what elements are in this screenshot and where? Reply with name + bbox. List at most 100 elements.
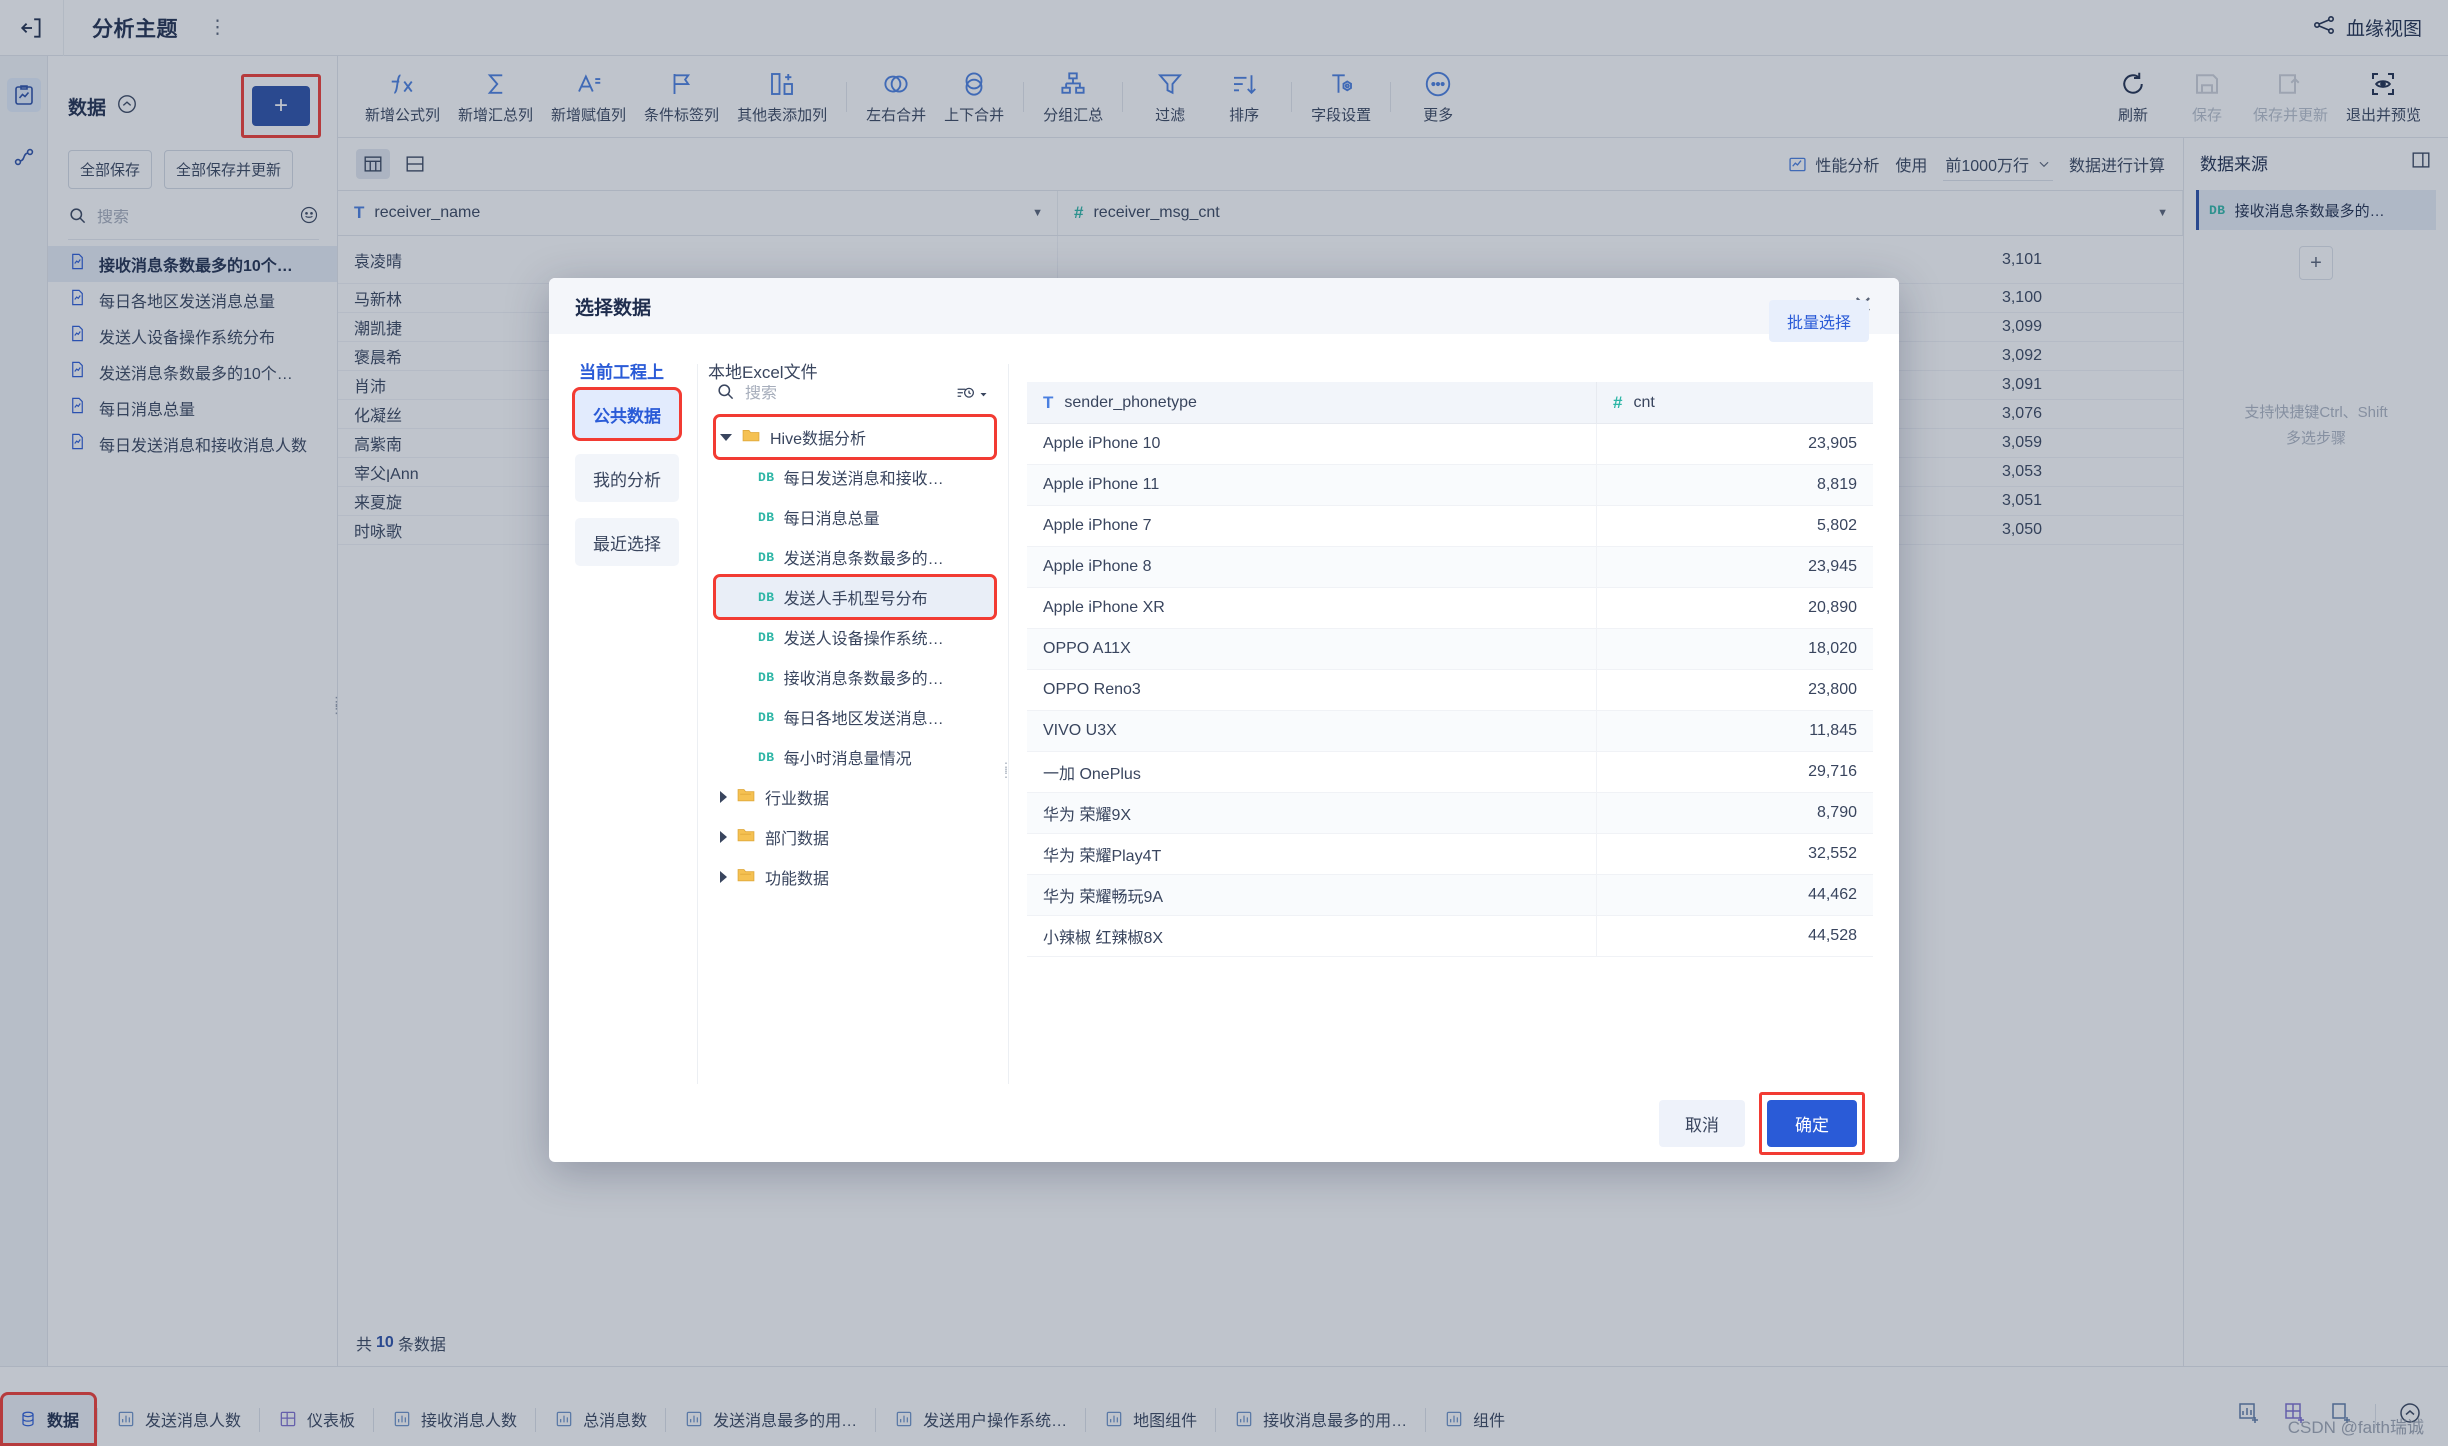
side-item-recent-select[interactable]: 最近选择 <box>575 518 679 566</box>
dialog-search-input[interactable] <box>745 385 895 403</box>
bottom-tab-top-receivers[interactable]: 接收消息最多的用… <box>1216 1392 1425 1446</box>
smile-icon[interactable] <box>299 205 319 230</box>
list-item[interactable]: 每日各地区发送消息总量 <box>48 282 337 318</box>
db-tag: DB <box>758 629 775 645</box>
table-view-icon[interactable] <box>356 149 390 179</box>
history-filter-icon[interactable] <box>955 384 988 405</box>
add-data-button[interactable]: + <box>252 86 310 126</box>
side-item-my-analysis[interactable]: 我的分析 <box>575 454 679 502</box>
bottom-tab-send-msg-users[interactable]: 发送消息人数 <box>98 1392 259 1446</box>
card-view-icon[interactable] <box>398 149 432 179</box>
lineage-icon[interactable] <box>2312 13 2336 42</box>
bottom-tab-label: 组件 <box>1473 1413 1506 1430</box>
chevron-right-icon[interactable] <box>720 871 727 883</box>
confirm-button[interactable]: 确定 <box>1767 1099 1857 1147</box>
tree-item-dataset[interactable]: DB 发送人设备操作系统… <box>716 617 994 657</box>
analysis-board-icon[interactable] <box>6 78 41 112</box>
more-dots-icon[interactable]: ⋮ <box>208 18 227 37</box>
list-item[interactable]: 发送人设备操作系统分布 <box>48 318 337 354</box>
cell-phone: 一加 OnePlus <box>1027 752 1597 792</box>
bottom-tab-sender-os[interactable]: 发送用户操作系统… <box>876 1392 1085 1446</box>
toolbar-new-assign-column[interactable]: 新增赋值列 <box>542 69 635 125</box>
grid-column-receiver-msg-cnt[interactable]: # receiver_msg_cnt ▼ <box>1058 191 2183 235</box>
chevron-down-icon[interactable]: ▼ <box>1032 207 1043 219</box>
preview-column-sender-phonetype[interactable]: T sender_phonetype <box>1027 382 1597 423</box>
bottom-tab-total-msgs[interactable]: 总消息数 <box>536 1392 665 1446</box>
tree-item-dataset[interactable]: DB 每日发送消息和接收… <box>716 457 994 497</box>
side-item-public-data[interactable]: 公共数据 <box>572 387 682 441</box>
data-source-item-label: 接收消息条数最多的… <box>2234 202 2385 220</box>
toolbar-refresh[interactable]: 刷新 <box>2096 69 2170 125</box>
panel-resize-handle[interactable]: ⋮ ⋮ <box>330 695 343 715</box>
save-all-button[interactable]: 全部保存 <box>68 150 153 189</box>
collapse-chevron-icon[interactable] <box>116 93 138 120</box>
table-row[interactable]: 袁凌晴 3,101 <box>338 236 2183 284</box>
panel-collapse-icon[interactable] <box>2410 149 2432 176</box>
chart-file-icon <box>68 432 87 456</box>
add-chart-icon[interactable] <box>2237 1401 2261 1430</box>
bottom-tab-data[interactable]: 数据 <box>0 1392 98 1446</box>
toolbar-more[interactable]: 更多 <box>1401 69 1475 125</box>
toolbar-group-summary[interactable]: 分组汇总 <box>1034 69 1112 125</box>
bottom-tab-map-component[interactable]: 地图组件 <box>1086 1392 1215 1446</box>
toolbar-field-settings[interactable]: 字段设置 <box>1302 69 1380 125</box>
bottom-tab-receive-msg-users[interactable]: 接收消息人数 <box>374 1392 535 1446</box>
chevron-right-icon[interactable] <box>720 831 727 843</box>
cancel-button[interactable]: 取消 <box>1659 1099 1745 1147</box>
toolbar-condition-label-column[interactable]: 条件标签列 <box>635 69 728 125</box>
tree-folder-hive[interactable]: Hive数据分析 <box>713 414 997 460</box>
list-item[interactable]: 每日发送消息和接收消息人数 <box>48 426 337 462</box>
add-data-source-button[interactable]: + <box>2299 246 2333 280</box>
shortcut-hint: 支持快捷键Ctrl、Shift 多选步骤 <box>2184 400 2448 452</box>
grid-footer: 共 10 条数据 <box>338 1320 2183 1366</box>
batch-select-button[interactable]: 批量选择 <box>1768 300 1869 342</box>
exit-left-icon[interactable] <box>0 0 64 56</box>
list-item[interactable]: 发送消息条数最多的10个… <box>48 354 337 390</box>
grid-column-receiver-name[interactable]: T receiver_name ▼ <box>338 191 1058 235</box>
tree-item-dataset[interactable]: DB 发送消息条数最多的… <box>716 537 994 577</box>
tree-item-dataset[interactable]: DB 每小时消息量情况 <box>716 737 994 777</box>
toolbar-add-column-from-table[interactable]: 其他表添加列 <box>728 69 836 125</box>
dialog-side-nav: 公共数据 我的分析 最近选择 <box>549 364 697 1084</box>
tree-item-dataset[interactable]: DB 每日各地区发送消息… <box>716 697 994 737</box>
db-tag: DB <box>758 509 775 525</box>
toolbar-sort[interactable]: 排序 <box>1207 69 1281 125</box>
tree-item-dataset[interactable]: DB 接收消息条数最多的… <box>716 657 994 697</box>
tree-folder-industry[interactable]: 行业数据 <box>716 777 994 817</box>
cell-cnt: 8,790 <box>1816 804 1857 821</box>
left-panel-search-input[interactable] <box>97 208 262 227</box>
chevron-down-icon[interactable]: ▼ <box>2157 207 2168 219</box>
list-item[interactable]: 每日消息总量 <box>48 390 337 426</box>
tree-resize-handle[interactable]: ⋮ ⋮ <box>1000 761 1012 779</box>
data-source-item[interactable]: DB 接收消息条数最多的… <box>2196 190 2436 230</box>
toolbar-merge-vertical[interactable]: 上下合并 <box>935 69 1013 125</box>
cell-phone: 小辣椒 红辣椒8X <box>1027 916 1597 956</box>
save-all-and-update-button[interactable]: 全部保存并更新 <box>164 150 294 189</box>
bottom-tab-component[interactable]: 组件 <box>1426 1392 1523 1446</box>
list-item[interactable]: 接收消息条数最多的10个… <box>48 246 337 282</box>
lineage-label[interactable]: 血缘视图 <box>2346 14 2422 41</box>
toolbar-new-summary-column[interactable]: 新增汇总列 <box>449 69 542 125</box>
toolbar-merge-horizontal[interactable]: 左右合并 <box>857 69 935 125</box>
preview-column-cnt[interactable]: # cnt <box>1597 382 1873 423</box>
toolbar-filter[interactable]: 过滤 <box>1133 69 1207 125</box>
tree-item-dataset-selected[interactable]: DB 发送人手机型号分布 <box>713 574 997 620</box>
data-flow-icon[interactable] <box>7 140 41 174</box>
toolbar-label: 条件标签列 <box>644 106 720 124</box>
tree-folder-department[interactable]: 部门数据 <box>716 817 994 857</box>
bottom-tab-dashboard[interactable]: 仪表板 <box>260 1392 373 1446</box>
text-type-icon: T <box>354 203 365 222</box>
tree-item-dataset[interactable]: DB 每日消息总量 <box>716 497 994 537</box>
toolbar-exit-and-preview[interactable]: 退出并预览 <box>2337 69 2430 125</box>
tree-folder-function[interactable]: 功能数据 <box>716 857 994 897</box>
bottom-tab-top-senders[interactable]: 发送消息最多的用… <box>666 1392 875 1446</box>
tree-label: 每日消息总量 <box>783 511 880 528</box>
chevron-down-icon[interactable] <box>720 433 732 441</box>
rows-select[interactable]: 前1000万行 <box>1943 148 2053 181</box>
bottom-tab-label: 仪表板 <box>307 1413 356 1430</box>
performance-analysis-button[interactable]: 性能分析 <box>1787 152 1879 176</box>
toolbar-new-formula-column[interactable]: 新增公式列 <box>356 69 449 125</box>
cell-phone: 华为 荣耀Play4T <box>1027 834 1597 874</box>
table-row: OPPO A11X 18,020 <box>1027 629 1873 670</box>
chevron-right-icon[interactable] <box>720 791 727 803</box>
